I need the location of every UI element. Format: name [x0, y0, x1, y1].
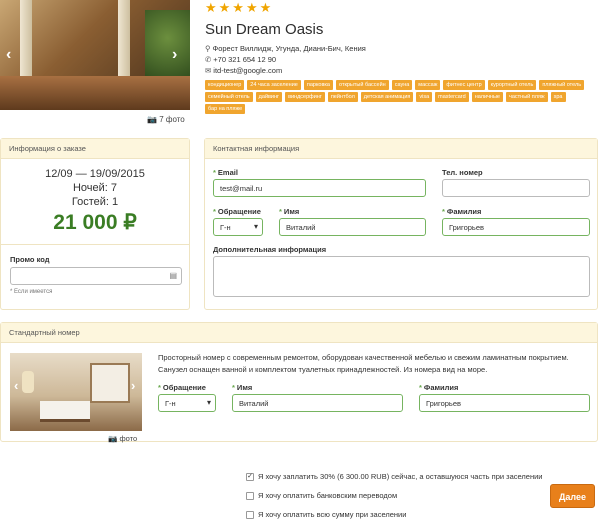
promo-label: Промо код [10, 255, 50, 264]
first-name-field[interactable]: Виталий [279, 218, 426, 236]
amenity-tags: кондиционер 24 часа заселение парковка откр… [205, 80, 600, 114]
hotel-address: ⚲ Форест Виллидж, Угунда, Диани-Бич, Кени… [205, 44, 366, 53]
prev-photo-arrow-icon[interactable]: ‹ [6, 46, 11, 64]
next-button[interactable]: Далее [550, 484, 595, 508]
contact-header: Контактная информация [205, 139, 597, 159]
amenity-tag: пляжный отель [539, 80, 585, 90]
amenity-tag: семейный отель [205, 92, 253, 102]
checkbox[interactable] [246, 491, 254, 500]
room-title-select[interactable]: Г-н [158, 394, 216, 412]
payment-option-on-arrival[interactable]: Я хочу оплатить всю сумму при заселении [246, 510, 406, 519]
room-next-arrow-icon[interactable]: › [131, 378, 135, 393]
photo-count[interactable]: 📷 7 фото [147, 115, 185, 124]
checkbox-checked[interactable]: ✓ [246, 472, 254, 481]
divider [1, 244, 189, 245]
room-last-name-field[interactable]: Григорьев [419, 394, 590, 412]
payment-option-30-percent[interactable]: ✓ Я хочу заплатить 30% (6 300.00 RUB) сей… [246, 472, 543, 481]
phone-icon: ✆ [205, 55, 212, 64]
checkbox[interactable] [246, 510, 254, 519]
camera-icon: 📷 [147, 115, 157, 124]
room-title-label: * Обращение [158, 383, 206, 392]
email-label: * Email [213, 168, 238, 177]
amenity-tag: 24 часа заселение [247, 80, 301, 90]
room-prev-arrow-icon[interactable]: ‹ [14, 378, 18, 393]
room-first-name-field[interactable]: Виталий [232, 394, 403, 412]
amenity-tag: детская анимация [360, 92, 414, 102]
amenity-tag: массаж [415, 80, 441, 90]
room-header: Стандартный номер [1, 323, 597, 343]
calendar-icon: ▤ [169, 271, 177, 280]
next-photo-arrow-icon[interactable]: › [172, 46, 177, 64]
room-description: Просторный номер с современным ремонтом,… [158, 353, 569, 374]
promo-code-input[interactable]: ▤ [10, 267, 182, 285]
amenity-tag: бар на пляже [205, 104, 246, 114]
order-info-header: Информация о заказе [1, 139, 189, 159]
phone-field[interactable] [442, 179, 590, 197]
amenity-tag: виндсерфинг [285, 92, 325, 102]
room-photo[interactable] [10, 353, 142, 431]
title-select[interactable]: Г-н [213, 218, 263, 236]
amenity-tag: spa [550, 92, 566, 102]
order-dates: 12/09 — 19/09/2015 [45, 168, 145, 180]
surname-label: * Фамилия [442, 207, 482, 216]
hotel-phone: ✆ +70 321 654 12 90 [205, 55, 277, 64]
amenity-tag: дайвинг [255, 92, 283, 102]
last-name-field[interactable]: Григорьев [442, 218, 590, 236]
amenity-tag: курортный отель [487, 80, 537, 90]
amenity-tag: фитнес центр [443, 80, 485, 90]
amenity-tag: visa [416, 92, 433, 102]
hotel-photo[interactable] [0, 0, 190, 110]
room-surname-label: * Фамилия [419, 383, 459, 392]
payment-option-bank-transfer[interactable]: Я хочу оплатить банковским переводом [246, 491, 397, 500]
extra-info-textarea[interactable] [213, 256, 590, 297]
name-label: * Имя [279, 207, 300, 216]
order-guests: Гостей: 1 [71, 196, 119, 208]
amenity-tag: парковка [303, 80, 333, 90]
camera-icon: 📷 [108, 434, 118, 443]
room-photo-link[interactable]: 📷 фото [108, 434, 137, 443]
room-name-label: * Имя [232, 383, 253, 392]
order-price: 21 000 ₽ [53, 211, 137, 234]
amenity-tag: частный пляж [505, 92, 548, 102]
email-field[interactable]: test@mail.ru [213, 179, 426, 197]
order-nights: Ночей: 7 [72, 182, 118, 194]
amenity-tag: наличные [471, 92, 503, 102]
amenity-tag: открытый бассейн [336, 80, 389, 90]
mail-icon: ✉ [205, 66, 212, 75]
extra-info-label: Дополнительная информация [213, 245, 327, 254]
phone-label: Тел. номер [442, 168, 483, 177]
amenity-tag: пейнтбол [327, 92, 358, 102]
location-pin-icon: ⚲ [205, 44, 211, 53]
amenity-tag: mastercard [435, 92, 469, 102]
hotel-email[interactable]: ✉ itd-test@google.com [205, 66, 282, 75]
amenity-tag: сауна [391, 80, 413, 90]
star-rating: ★★★★★ [205, 0, 274, 15]
amenity-tag: кондиционер [205, 80, 245, 90]
promo-note: * Если имеется [10, 289, 53, 295]
hotel-name: Sun Dream Oasis [205, 21, 324, 38]
title-label: * Обращение [213, 207, 261, 216]
